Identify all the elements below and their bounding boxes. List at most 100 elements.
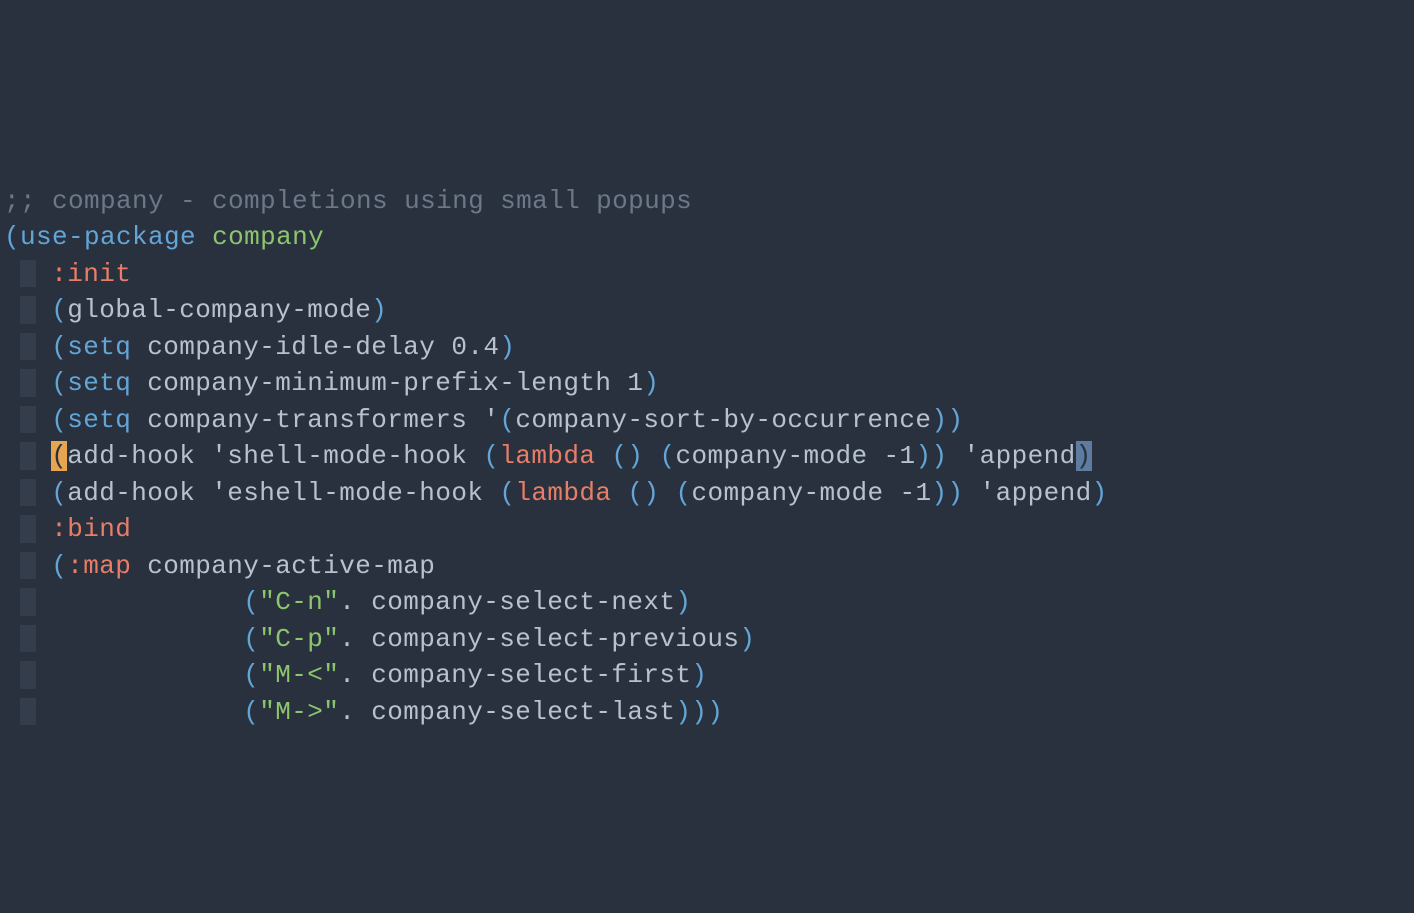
indent-guide [20, 588, 36, 615]
paren-close: ) [739, 624, 755, 654]
paren-open: ( [51, 405, 67, 435]
setq-kw: setq [67, 332, 131, 362]
string-literal: "C-p" [259, 624, 339, 654]
paren-close: ) [675, 697, 691, 727]
code-line: (setq company-idle-delay 0.4) [4, 332, 515, 362]
paren-open: ( [4, 222, 20, 252]
paren-close: ) [675, 587, 691, 617]
quote: ' [211, 441, 227, 471]
fn-name: company-select-previous [371, 624, 739, 654]
paren-open: ( [499, 478, 515, 508]
map-keyword: :map [67, 551, 131, 581]
paren-close: ) [1092, 478, 1108, 508]
paren-close: ) [643, 478, 659, 508]
fn-name: company-select-first [371, 660, 691, 690]
quote: ' [964, 441, 980, 471]
indent-guide [20, 369, 36, 396]
quote: ' [211, 478, 227, 508]
string-literal: "M-<" [259, 660, 339, 690]
paren-open: ( [51, 478, 67, 508]
code-editor[interactable]: ;; company - completions using small pop… [0, 146, 1414, 730]
symbol-name: append [996, 478, 1092, 508]
paren-open: ( [51, 295, 67, 325]
code-line: :init [4, 259, 131, 289]
fn-name: company-sort-by-occurrence [515, 405, 931, 435]
paren-open: ( [675, 478, 691, 508]
paren-open: ( [611, 441, 627, 471]
lambda-kw: lambda [499, 441, 595, 471]
string-literal: "M->" [259, 697, 339, 727]
symbol-name: eshell-mode-hook [227, 478, 483, 508]
indent-guide [20, 406, 36, 433]
var-name: company-idle-delay [147, 332, 435, 362]
paren-close: ) [691, 697, 707, 727]
indent-guide [20, 552, 36, 579]
paren-close: ) [932, 441, 948, 471]
paren-open: ( [483, 441, 499, 471]
indent-guide [20, 515, 36, 542]
indent-guide [20, 442, 36, 469]
paren-close: ) [947, 405, 963, 435]
use-package-kw: use-package [20, 222, 196, 252]
cursor: ) [1076, 441, 1092, 471]
code-line: (global-company-mode) [4, 295, 387, 325]
bind-keyword: :bind [51, 514, 131, 544]
init-keyword: :init [51, 259, 131, 289]
symbol-name: shell-mode-hook [227, 441, 467, 471]
code-line: ;; company - completions using small pop… [4, 186, 692, 216]
code-line: ("C-n". company-select-next) [4, 587, 691, 617]
package-name: company [212, 222, 324, 252]
map-name: company-active-map [147, 551, 435, 581]
fn-call: company-mode -1 [675, 441, 915, 471]
indent-guide [20, 625, 36, 652]
setq-kw: setq [67, 368, 131, 398]
fn-name: global-company-mode [67, 295, 371, 325]
code-line: (:map company-active-map [4, 551, 435, 581]
comment: ;; company - completions using small pop… [4, 186, 692, 216]
code-line: (add-hook 'eshell-mode-hook (lambda () (… [4, 478, 1108, 508]
paren-open: ( [51, 368, 67, 398]
paren-close: ) [932, 478, 948, 508]
code-line: ("M->". company-select-last))) [4, 697, 723, 727]
code-line: (use-package company [4, 222, 324, 252]
fn-name: add-hook [67, 441, 195, 471]
var-name: company-minimum-prefix-length [147, 368, 611, 398]
indent-guide [20, 479, 36, 506]
code-line: (setq company-transformers '(company-sor… [4, 405, 963, 435]
paren-open: ( [51, 551, 67, 581]
paren-open: ( [243, 624, 259, 654]
string-literal: "C-n" [259, 587, 339, 617]
setq-kw: setq [67, 405, 131, 435]
paren-close: ) [916, 441, 932, 471]
paren-open: ( [627, 478, 643, 508]
indent-guide [20, 260, 36, 287]
fn-name: company-select-next [371, 587, 675, 617]
paren-open-highlighted: ( [51, 441, 67, 471]
number-literal: 0.4 [451, 332, 499, 362]
paren-close: ) [707, 697, 723, 727]
indent-guide [20, 333, 36, 360]
paren-open: ( [243, 697, 259, 727]
fn-name: company-select-last [371, 697, 675, 727]
quote: ' [483, 405, 499, 435]
var-name: company-transformers [147, 405, 467, 435]
code-line: ("C-p". company-select-previous) [4, 624, 755, 654]
lambda-kw: lambda [515, 478, 611, 508]
paren-close: ) [627, 441, 643, 471]
symbol-name: append [980, 441, 1076, 471]
fn-name: add-hook [67, 478, 195, 508]
paren-close: ) [371, 295, 387, 325]
paren-close: ) [931, 405, 947, 435]
number-literal: 1 [627, 368, 643, 398]
indent-guide [20, 661, 36, 688]
paren-open: ( [51, 332, 67, 362]
code-line: (add-hook 'shell-mode-hook (lambda () (c… [4, 441, 1092, 471]
indent-guide [20, 296, 36, 323]
paren-close: ) [643, 368, 659, 398]
code-line: :bind [4, 514, 131, 544]
paren-close: ) [948, 478, 964, 508]
paren-open: ( [243, 587, 259, 617]
fn-call: company-mode -1 [691, 478, 931, 508]
paren-open: ( [659, 441, 675, 471]
paren-open: ( [243, 660, 259, 690]
